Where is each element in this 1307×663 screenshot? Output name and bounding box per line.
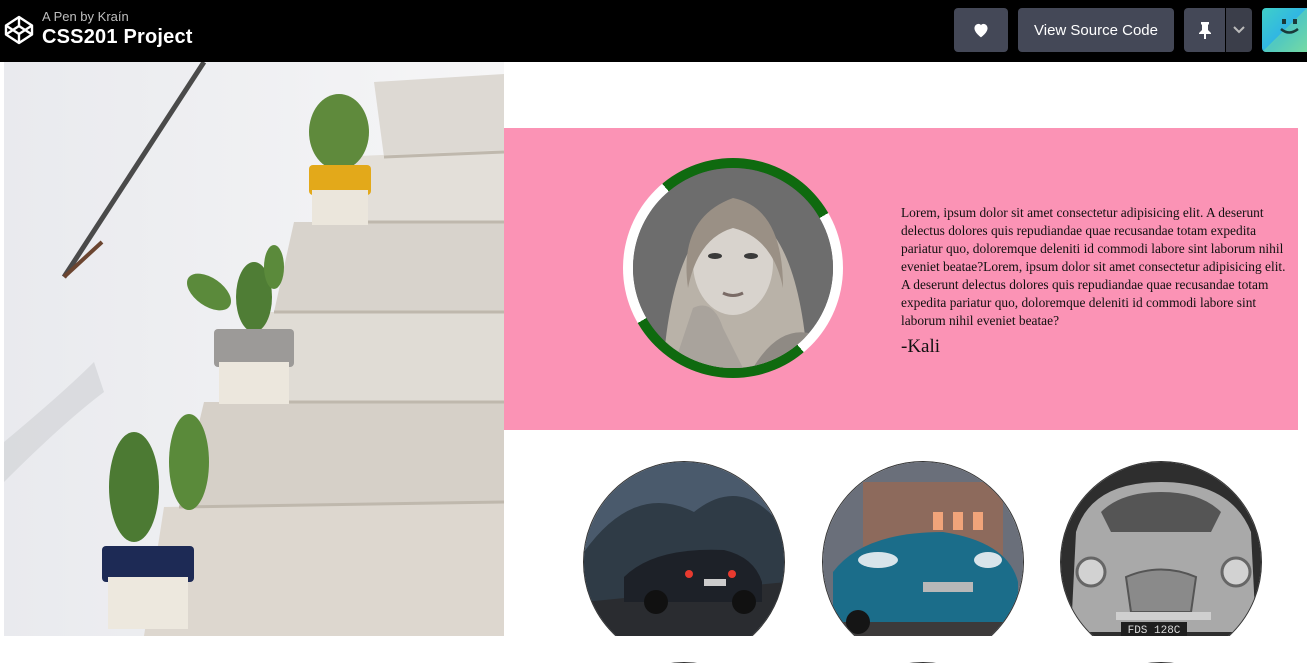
blue-sports-car-photo: [822, 461, 1024, 663]
portrait-photo: [633, 168, 833, 368]
pin-button[interactable]: [1184, 8, 1225, 52]
pen-author[interactable]: A Pen by Kraín: [42, 9, 129, 24]
cactus-stairs-image: [4, 62, 504, 636]
page-title: CSS201 Project: [42, 26, 193, 48]
dark-sports-car-photo: [583, 461, 785, 663]
heart-button[interactable]: [954, 8, 1008, 52]
testimonial-section: Lorem, ipsum dolor sit amet consectetur …: [504, 128, 1298, 430]
page-bottom: [0, 636, 1307, 662]
classic-silver-car-photo: FDS 128C: [1060, 461, 1262, 663]
view-source-button[interactable]: View Source Code: [1018, 8, 1174, 52]
testimonial-text: Lorem, ipsum dolor sit amet consectetur …: [901, 205, 1286, 328]
page-edge: [1298, 62, 1307, 636]
codepen-logo-icon[interactable]: [3, 14, 35, 46]
chevron-down-icon: [1233, 26, 1245, 34]
heart-icon: [974, 23, 988, 38]
content-area: Lorem, ipsum dolor sit amet consectetur …: [504, 62, 1307, 663]
testimonial-author: -Kali: [901, 336, 941, 357]
pin-icon: [1198, 22, 1211, 39]
pin-menu-button[interactable]: [1226, 8, 1252, 52]
user-avatar[interactable]: [1262, 8, 1307, 52]
codepen-header: A Pen by Kraín CSS201 Project View Sourc…: [0, 0, 1307, 62]
